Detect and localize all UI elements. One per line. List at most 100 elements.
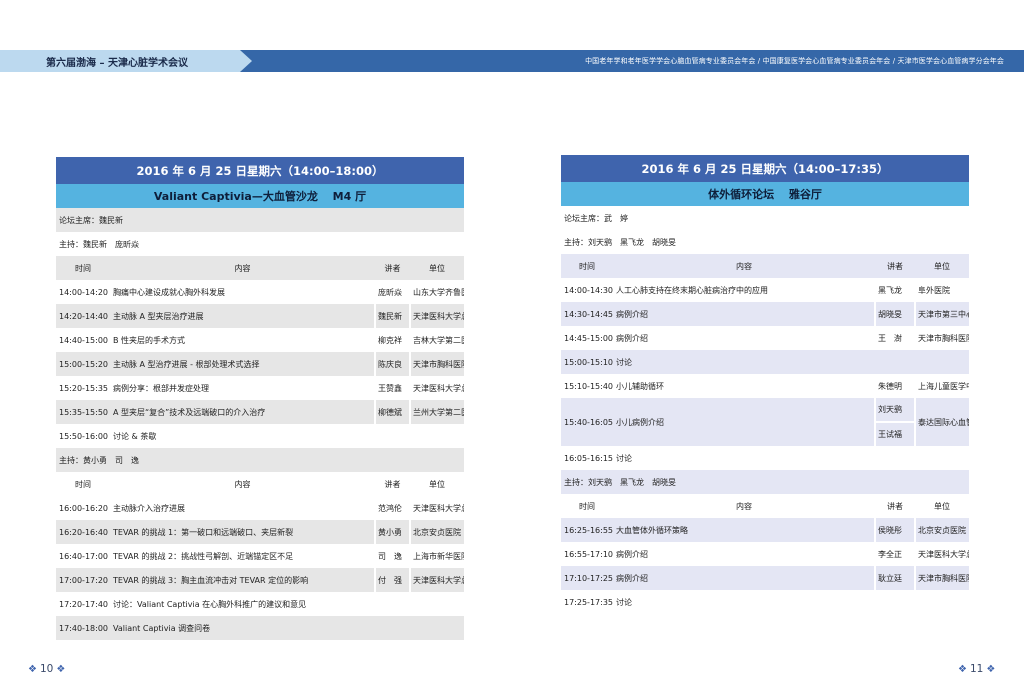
schedule-row: 15:20-15:35 病例分享：根部并发症处理 王赞鑫 天津医科大学总医院 [56, 376, 464, 400]
time-cell: 15:40-16:05 [564, 417, 613, 427]
time-cell: 16:20-16:40 [59, 527, 108, 537]
schedule-row: 14:00-14:20 胸痛中心建设成就心胸外科发展 庞昕焱 山东大学齐鲁医院 [56, 280, 464, 304]
cell-divider [409, 496, 411, 520]
cell-divider [874, 302, 876, 326]
col-unit: 单位 [429, 479, 445, 489]
schedule-row: 15:00-15:20 主动脉 A 型治疗进展 - 根部处理术式选择 陈庆良 天津市胸… [56, 352, 464, 376]
cell-divider [874, 542, 876, 566]
cell-divider [374, 376, 376, 400]
speaker-name: 王试福 [875, 423, 915, 446]
right-page-number: ❖ 11 ❖ [958, 663, 995, 675]
forum-chair-row: 论坛主席：武 婷 [561, 206, 969, 230]
content-cell: Valiant Captivia 调查问卷 [113, 623, 211, 633]
time-cell: 17:00-17:20 [59, 575, 108, 585]
column-header-row-2: 时间 内容 讲者 单位 [56, 472, 464, 496]
cell-divider [409, 400, 411, 424]
time-cell: 15:00-15:20 [59, 359, 108, 369]
time-cell: 16:00-16:20 [59, 503, 108, 513]
cell-divider [374, 400, 376, 424]
cell-divider [914, 302, 916, 326]
venue-title-text: Valiant Captivia—大血管沙龙 M4 厅 [153, 190, 367, 203]
col-unit: 单位 [429, 263, 445, 273]
unit-cell: 泰达国际心血管病医院 [918, 417, 969, 427]
column-header-row: 时间 内容 讲者 单位 [56, 256, 464, 280]
speaker-name: 刘天鹞 [875, 398, 915, 423]
cell-divider [374, 328, 376, 352]
schedule-row: 17:20-17:40 讨论：Valiant Captivia 在心胸外科推广的建… [56, 592, 464, 616]
cell-divider [914, 278, 916, 302]
speaker-cell: 王 澍 [878, 333, 902, 343]
unit-cell: 山东大学齐鲁医院 [413, 287, 464, 297]
diamond-icon: ❖ [28, 663, 37, 675]
cell-divider [874, 518, 876, 542]
schedule-row: 15:10-15:40小儿辅助循环 朱德明 上海儿童医学中心 [561, 374, 969, 398]
col-speaker: 讲者 [887, 261, 903, 271]
speaker-cell: 范鸿伦 [378, 503, 402, 513]
cell-divider [374, 544, 376, 568]
cell-divider [874, 374, 876, 398]
date-title: 2016 年 6 月 25 日星期六（14:00–17:35） [561, 155, 969, 182]
schedule-row: 14:00-14:30 人工心肺支持在终末期心脏病治疗中的应用 黑飞龙 阜外医院 [561, 278, 969, 302]
content-cell: 人工心肺支持在终末期心脏病治疗中的应用 [616, 285, 768, 295]
cell-divider [409, 304, 411, 328]
col-content: 内容 [736, 261, 752, 271]
chair-text: 主持：魏民新 庞昕焱 [59, 239, 139, 249]
time-cell: 17:10-17:25 [564, 573, 613, 583]
unit-cell: 天津医科大学总医院 [413, 383, 464, 393]
time-cell: 14:40-15:00 [59, 335, 108, 345]
cell-divider [914, 566, 916, 590]
forum-chair-text: 论坛主席：武 婷 [564, 213, 628, 223]
unit-cell: 北京安贞医院 [918, 525, 966, 535]
col-content: 内容 [234, 263, 251, 273]
content-cell: 主动脉介入治疗进展 [113, 503, 185, 513]
speaker-cell: 刘天鹞 王试福 [875, 398, 915, 446]
speaker-cell: 胡晓旻 [878, 309, 902, 319]
speaker-cell: 付 强 [378, 575, 402, 585]
unit-cell: 天津市第三中心医院 [918, 309, 969, 319]
diamond-icon: ❖ [56, 663, 66, 675]
content-cell: 主动脉 A 型治疗进展 - 根部处理术式选择 [113, 359, 260, 369]
cell-divider [914, 374, 916, 398]
content-cell: 讨论：Valiant Captivia 在心胸外科推广的建议和意见 [113, 599, 307, 609]
chair-row-2: 主持：刘天鹞 黑飞龙 胡晓旻 [561, 470, 969, 494]
col-time: 时间 [75, 263, 91, 273]
unit-cell: 天津市胸科医院 [918, 573, 969, 583]
unit-cell: 天津市胸科医院 [918, 333, 969, 343]
speaker-cell: 李全正 [878, 549, 902, 559]
column-header-row: 时间 内容 讲者 单位 [561, 254, 969, 278]
cell-divider [409, 328, 411, 352]
schedule-row: 17:10-17:25 病例介绍 耿立廷 天津市胸科医院 [561, 566, 969, 590]
schedule-row: 16:55-17:10病例介绍 李全正 天津医科大学总医院 [561, 542, 969, 566]
schedule-row: 14:45-15:00 病例介绍 王 澍 天津市胸科医院 [561, 326, 969, 350]
chair-row: 主持：刘天鹞 黑飞龙 胡晓旻 [561, 230, 969, 254]
speaker-cell: 黑飞龙 [878, 285, 902, 295]
time-cell: 17:25-17:35 [564, 597, 613, 607]
chair-text: 主持：刘天鹞 黑飞龙 胡晓旻 [564, 237, 676, 247]
speaker-cell: 黄小勇 [378, 527, 402, 537]
venue-title: Valiant Captivia—大血管沙龙 M4 厅 [56, 184, 464, 208]
content-cell: 讨论 [616, 453, 632, 463]
venue-title: 体外循环论坛 雅谷厅 [561, 182, 969, 206]
diamond-icon: ❖ [986, 663, 996, 675]
time-cell: 14:30-14:45 [564, 309, 613, 319]
time-cell: 16:40-17:00 [59, 551, 108, 561]
cell-divider [914, 326, 916, 350]
unit-cell: 北京安贞医院 [413, 527, 461, 537]
content-cell: 病例分享：根部并发症处理 [113, 383, 209, 393]
content-cell: TEVAR 的挑战 1：第一破口和远端破口、夹层新裂 [113, 527, 294, 537]
content-cell: TEVAR 的挑战 3：胸主血流冲击对 TEVAR 定位的影响 [113, 575, 309, 585]
content-cell: 病例介绍 [616, 333, 648, 343]
chair-row-2: 主持：黄小勇 司 逸 [56, 448, 464, 472]
col-speaker: 讲者 [384, 263, 401, 273]
date-title: 2016 年 6 月 25 日星期六（14:00–18:00） [56, 157, 464, 184]
unit-cell: 天津医科大学总医院 [413, 311, 464, 321]
organizers-text: 中国老年学和老年医学学会心脑血管病专业委员会年会 / 中国康复医学会心血管病专业… [585, 57, 1004, 65]
content-cell: 病例介绍 [616, 309, 648, 319]
speaker-cell: 耿立廷 [878, 573, 902, 583]
col-time: 时间 [579, 261, 595, 271]
time-cell: 14:20-14:40 [59, 311, 108, 321]
forum-chair-text: 论坛主席：魏民新 [59, 215, 123, 225]
speaker-cell: 司 逸 [378, 551, 402, 561]
col-time: 时间 [75, 479, 91, 489]
content-cell: 主动脉 A 型夹层治疗进展 [113, 311, 204, 321]
